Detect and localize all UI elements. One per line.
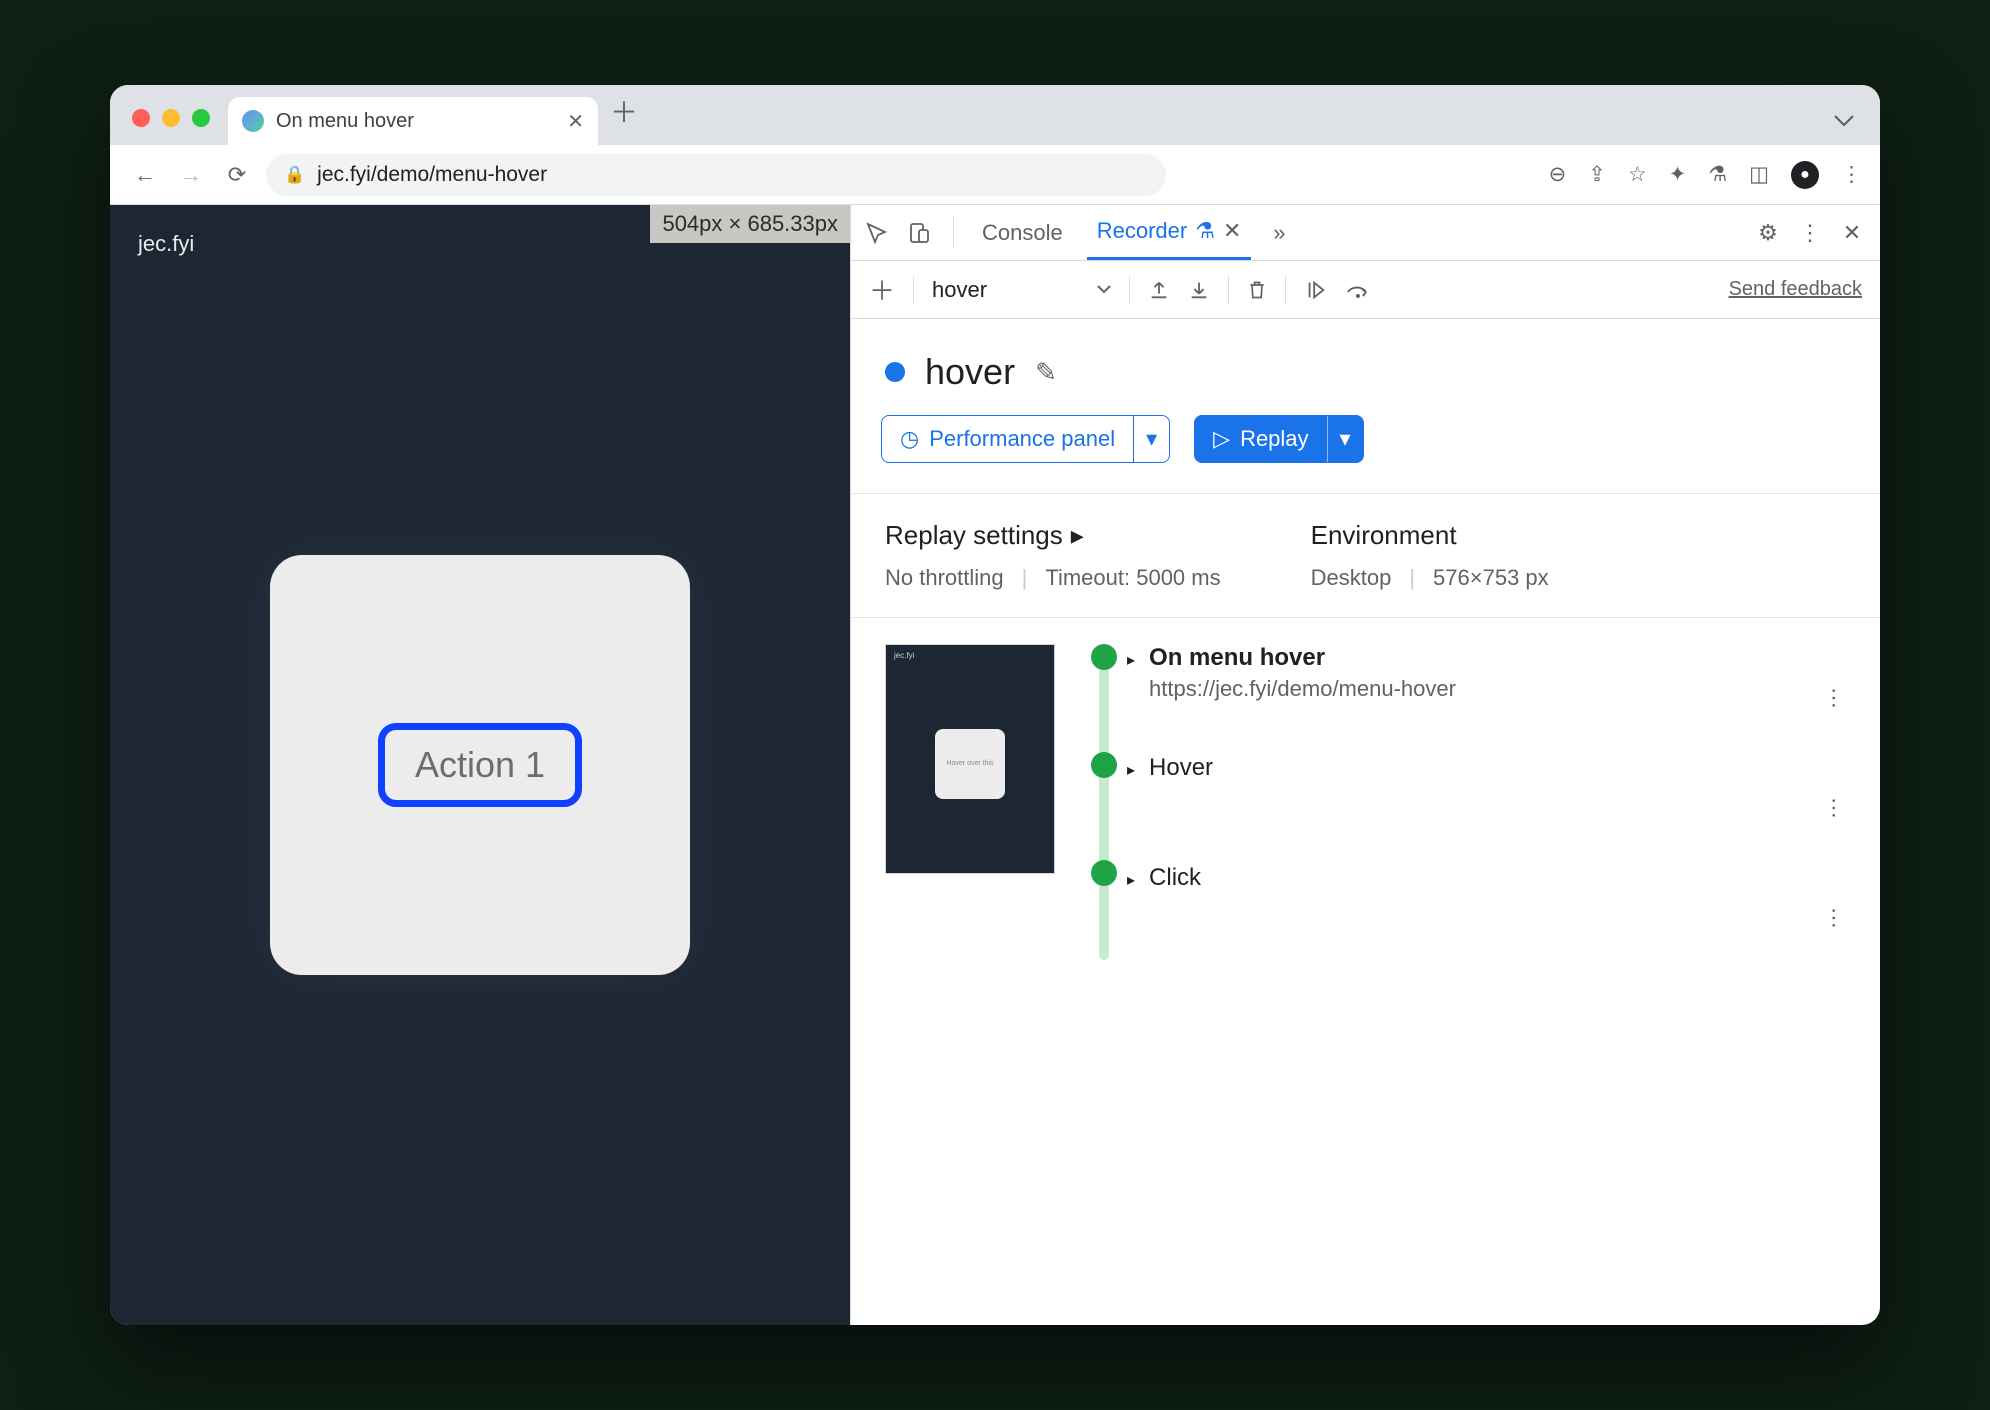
sidepanel-icon[interactable]: ◫	[1749, 162, 1769, 187]
url-text: jec.fyi/demo/menu-hover	[317, 163, 547, 187]
performance-panel-button[interactable]: ◷ Performance panel ▾	[881, 415, 1170, 463]
window-controls	[132, 109, 210, 127]
back-button[interactable]: ←	[128, 162, 162, 188]
replay-settings-header[interactable]: Replay settings ▸	[885, 520, 1221, 551]
continue-icon[interactable]	[1304, 279, 1328, 301]
recorder-body: hover ✎ ◷ Performance panel ▾ ▷	[851, 319, 1880, 1325]
settings-gear-icon[interactable]: ⚙	[1754, 220, 1782, 246]
caret-right-icon: ▸	[1071, 520, 1084, 551]
replay-button[interactable]: ▷ Replay ▾	[1194, 415, 1363, 463]
extensions-icon[interactable]: ✦	[1669, 162, 1687, 187]
viewport-size-badge: 504px × 685.33px	[650, 205, 850, 243]
dimensions-value: 576×753 px	[1433, 565, 1549, 591]
thumb-card: Hover over this	[935, 729, 1005, 799]
import-icon[interactable]	[1188, 279, 1210, 301]
send-feedback-link[interactable]: Send feedback	[1729, 278, 1862, 301]
devtools-panel: Console Recorder ⚗ ✕ » ⚙ ⋮ ✕ ＋ hover	[850, 205, 1880, 1325]
tab-console[interactable]: Console	[972, 205, 1073, 260]
new-recording-icon[interactable]: ＋	[869, 271, 895, 308]
export-icon[interactable]	[1148, 279, 1170, 301]
timeline-rail	[1081, 644, 1127, 974]
timeline-node	[1091, 644, 1117, 670]
reload-button[interactable]: ⟳	[220, 162, 254, 188]
step-menu-icon[interactable]: ⋯	[1821, 687, 1847, 711]
play-icon: ▷	[1213, 426, 1230, 452]
address-bar[interactable]: 🔒 jec.fyi/demo/menu-hover	[266, 154, 1166, 196]
tab-recorder-label: Recorder	[1097, 218, 1187, 244]
delete-icon[interactable]	[1247, 279, 1267, 301]
menu-card: Action 1	[270, 555, 690, 975]
step-thumbnail: jec.fyi Hover over this	[885, 644, 1055, 874]
recorder-settings: Replay settings ▸ No throttling | Timeou…	[851, 493, 1880, 617]
close-window-button[interactable]	[132, 109, 150, 127]
thumb-brand: jec.fyi	[894, 651, 914, 660]
device-value: Desktop	[1311, 565, 1392, 591]
tabs-dropdown-icon[interactable]	[1834, 115, 1854, 127]
browser-window: On menu hover ✕ ＋ ← → ⟳ 🔒 jec.fyi/demo/m…	[110, 85, 1880, 1325]
inspect-icon[interactable]	[865, 221, 893, 245]
step-text: Click	[1149, 864, 1201, 892]
replay-label: Replay	[1240, 426, 1308, 452]
browser-menu-icon[interactable]: ⋮	[1841, 162, 1862, 187]
timeline-node	[1091, 860, 1117, 886]
maximize-window-button[interactable]	[192, 109, 210, 127]
browser-toolbar: ← → ⟳ 🔒 jec.fyi/demo/menu-hover ⊖ ⇪ ☆ ✦ …	[110, 145, 1880, 205]
performance-panel-label: Performance panel	[929, 426, 1115, 452]
step-menu-icon[interactable]: ⋯	[1821, 907, 1847, 931]
steps-section: jec.fyi Hover over this ▸ On menu hover …	[851, 617, 1880, 1000]
expand-icon[interactable]: ▸	[1127, 760, 1135, 780]
edit-title-icon[interactable]: ✎	[1035, 357, 1057, 388]
forward-button[interactable]: →	[174, 162, 208, 188]
action-button[interactable]: Action 1	[378, 723, 582, 807]
step-row[interactable]: ▸ Hover ⋯	[1127, 754, 1846, 864]
step-text: On menu hover https://jec.fyi/demo/menu-…	[1149, 644, 1456, 702]
performance-panel-dropdown[interactable]: ▾	[1133, 416, 1169, 462]
new-tab-button[interactable]: ＋	[610, 91, 638, 131]
step-menu-icon[interactable]: ⋯	[1821, 797, 1847, 821]
step-text: Hover	[1149, 754, 1213, 782]
close-devtools-icon[interactable]: ✕	[1838, 220, 1866, 246]
more-tabs-icon[interactable]: »	[1265, 220, 1293, 246]
step-over-icon[interactable]	[1346, 280, 1372, 300]
content-area: jec.fyi 504px × 685.33px Action 1 Consol…	[110, 205, 1880, 1325]
recording-status-dot	[885, 362, 905, 382]
gauge-icon: ◷	[900, 426, 919, 452]
throttling-value: No throttling	[885, 565, 1004, 591]
expand-icon[interactable]: ▸	[1127, 650, 1135, 670]
recording-select-value: hover	[932, 277, 987, 303]
recording-title: hover	[925, 351, 1015, 393]
browser-tab[interactable]: On menu hover ✕	[228, 97, 598, 145]
timeline: ▸ On menu hover https://jec.fyi/demo/men…	[1081, 644, 1846, 974]
close-panel-icon[interactable]: ✕	[1223, 218, 1241, 244]
recorder-toolbar: ＋ hover Send feedback	[851, 261, 1880, 319]
close-tab-icon[interactable]: ✕	[567, 109, 584, 134]
flask-icon: ⚗	[1195, 218, 1215, 244]
tab-recorder[interactable]: Recorder ⚗ ✕	[1087, 205, 1252, 260]
environment-header: Environment	[1311, 520, 1549, 551]
rendered-page: jec.fyi 504px × 685.33px Action 1	[110, 205, 850, 1325]
recording-select[interactable]: hover	[932, 277, 1111, 303]
page-brand: jec.fyi	[138, 231, 194, 257]
tab-strip: On menu hover ✕ ＋	[110, 85, 1880, 145]
step-row[interactable]: ▸ On menu hover https://jec.fyi/demo/men…	[1127, 644, 1846, 754]
profile-avatar[interactable]: ●	[1791, 161, 1819, 189]
devtools-menu-icon[interactable]: ⋮	[1796, 220, 1824, 246]
lock-icon: 🔒	[284, 165, 305, 185]
replay-dropdown[interactable]: ▾	[1327, 416, 1363, 462]
step-subtext: https://jec.fyi/demo/menu-hover	[1149, 676, 1456, 702]
device-toggle-icon[interactable]	[907, 221, 935, 245]
labs-icon[interactable]: ⚗	[1708, 162, 1727, 187]
step-row[interactable]: ▸ Click ⋯	[1127, 864, 1846, 974]
expand-icon[interactable]: ▸	[1127, 870, 1135, 890]
tab-title: On menu hover	[276, 110, 414, 133]
minimize-window-button[interactable]	[162, 109, 180, 127]
favicon	[242, 110, 264, 132]
share-icon[interactable]: ⇪	[1588, 162, 1606, 187]
bookmark-icon[interactable]: ☆	[1628, 162, 1647, 187]
timeline-node	[1091, 752, 1117, 778]
zoom-icon[interactable]: ⊖	[1549, 162, 1567, 187]
timeout-value: Timeout: 5000 ms	[1045, 565, 1220, 591]
devtools-tabs: Console Recorder ⚗ ✕ » ⚙ ⋮ ✕	[851, 205, 1880, 261]
